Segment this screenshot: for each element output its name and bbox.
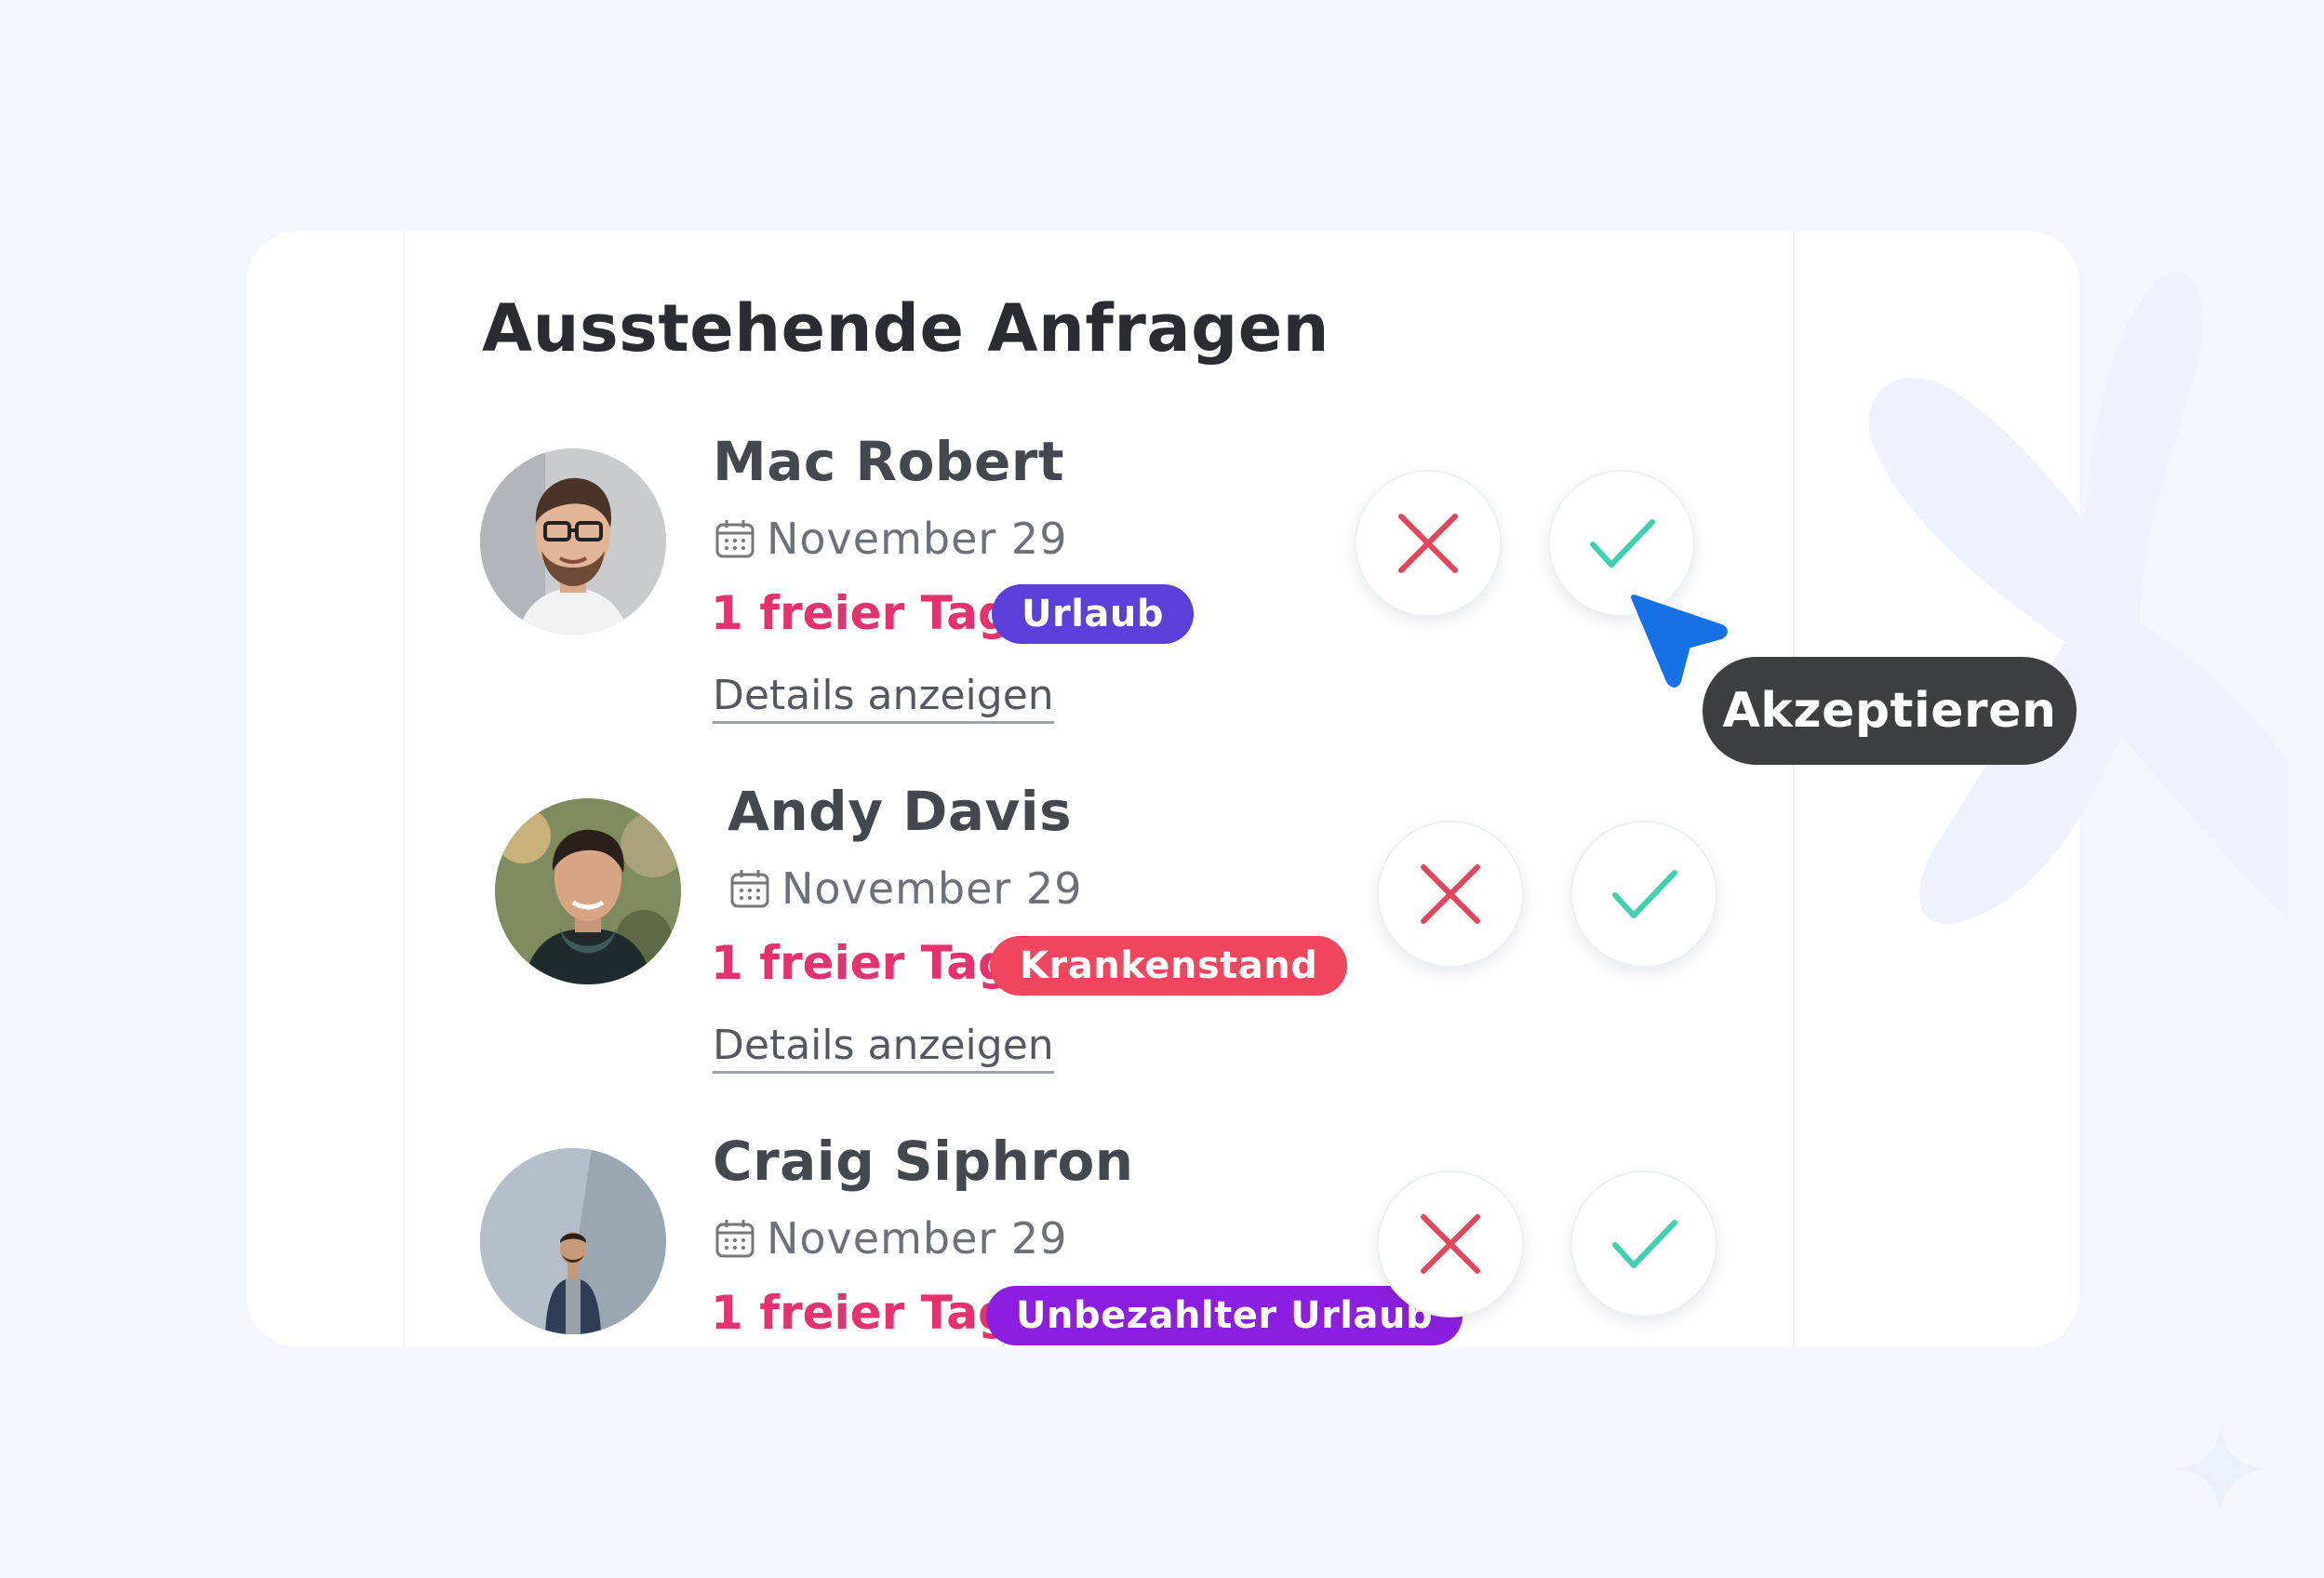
request-days: 1 freier Tag: [711, 1286, 1011, 1340]
request-date-row: November 29: [715, 1213, 1067, 1264]
request-date: November 29: [781, 863, 1083, 914]
calendar-icon: [730, 870, 769, 908]
leave-type-badge: Unbezahlter Urlaub: [986, 1286, 1463, 1345]
accept-button[interactable]: [1570, 1170, 1717, 1317]
calendar-icon: [715, 1220, 755, 1258]
request-date-row: November 29: [715, 514, 1067, 564]
background-decoration-shape: [1868, 272, 2289, 924]
card-divider-left: [403, 231, 405, 1347]
leave-type-badge: Krankenstand: [990, 936, 1348, 996]
check-icon: [1590, 519, 1655, 568]
calendar-icon: [715, 520, 755, 558]
x-icon: [1398, 514, 1458, 573]
check-icon: [1612, 1220, 1677, 1268]
details-link[interactable]: Details anzeigen: [713, 672, 1054, 724]
avatar: [480, 448, 666, 635]
request-date-row: November 29: [729, 863, 1082, 914]
details-link[interactable]: Details anzeigen: [713, 1022, 1054, 1074]
request-name: Mac Robert: [713, 430, 1065, 493]
leave-type-badge: Urlaub: [992, 584, 1195, 644]
page-title: Ausstehende Anfragen: [482, 290, 1330, 367]
request-name: Andy Davis: [728, 780, 1073, 843]
reject-button[interactable]: [1377, 1170, 1524, 1317]
request-date: November 29: [767, 1213, 1068, 1264]
reject-button[interactable]: [1355, 470, 1502, 617]
accept-tooltip: Akzeptieren: [1703, 657, 2077, 765]
request-name: Craig Siphron: [713, 1130, 1134, 1193]
x-icon: [1421, 1214, 1480, 1274]
request-days: 1 freier Tag: [711, 936, 1011, 990]
avatar: [480, 1148, 666, 1334]
request-days: 1 freier Tag: [711, 586, 1011, 640]
sparkle-icon: [2175, 1424, 2266, 1515]
check-icon: [1612, 870, 1677, 918]
reject-button[interactable]: [1377, 821, 1524, 968]
accept-button[interactable]: [1570, 821, 1717, 968]
request-date: November 29: [767, 514, 1068, 564]
card-divider-right: [1793, 231, 1795, 1347]
avatar: [495, 798, 681, 984]
x-icon: [1421, 864, 1480, 924]
